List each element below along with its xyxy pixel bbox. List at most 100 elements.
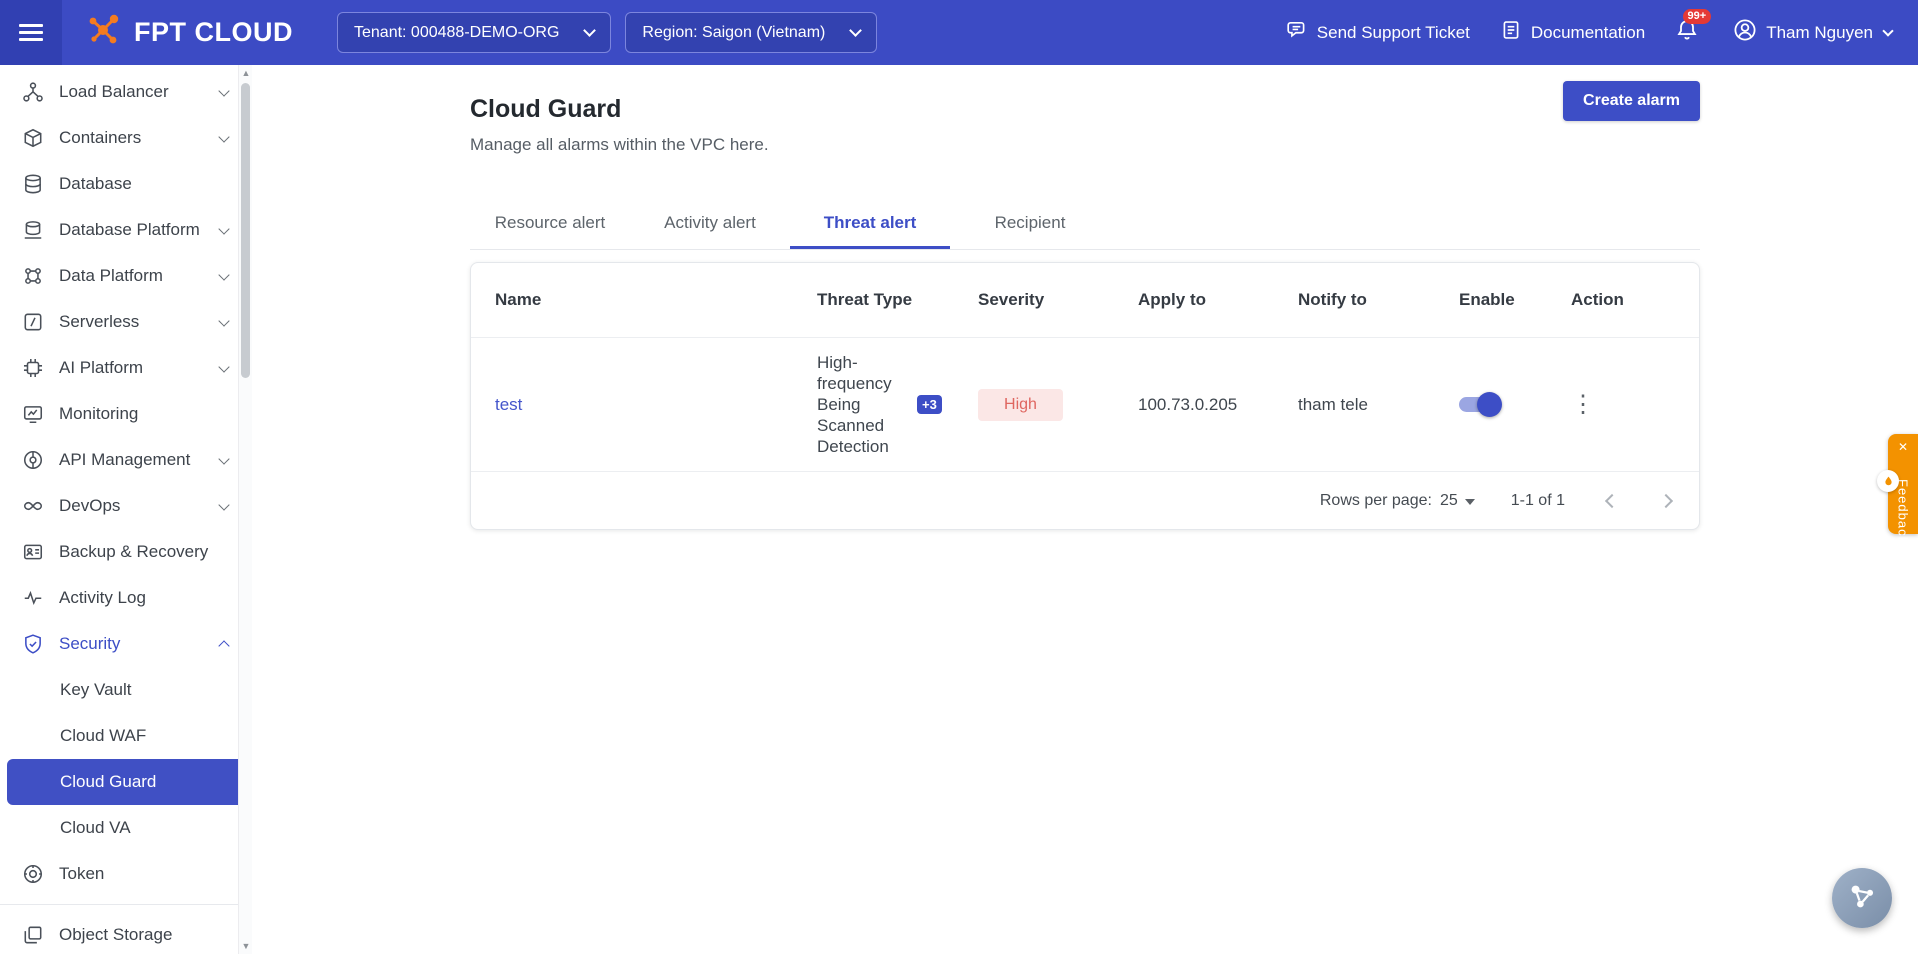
sidebar-subitem-label: Cloud Guard <box>60 772 156 792</box>
tab-threat-alert[interactable]: Threat alert <box>790 199 950 249</box>
sidebar-item-activity-log[interactable]: Activity Log <box>0 575 252 621</box>
user-avatar-icon <box>1733 18 1757 47</box>
sidebar-item-label: Load Balancer <box>59 82 169 102</box>
tenant-select-label: Tenant: 000488-DEMO-ORG <box>354 24 559 42</box>
page-subtitle: Manage all alarms within the VPC here. <box>470 135 1700 155</box>
sidebar-item-object-storage[interactable]: Object Storage <box>0 912 252 958</box>
sidebar-item-label: AI Platform <box>59 358 143 378</box>
sidebar-item-label: Database Platform <box>59 220 200 240</box>
sidebar-item-label: API Management <box>59 450 190 470</box>
sidebar-item-api-management[interactable]: API Management <box>0 437 252 483</box>
sidebar-item-backup-recovery[interactable]: Backup & Recovery <box>0 529 252 575</box>
sidebar-item-label: Monitoring <box>59 404 138 424</box>
scroll-down-arrow-icon[interactable]: ▼ <box>239 938 253 954</box>
api-management-icon <box>22 449 44 471</box>
sidebar-item-label: Serverless <box>59 312 139 332</box>
sidebar-item-label: DevOps <box>59 496 120 516</box>
sidebar-item-ai-platform[interactable]: AI Platform <box>0 345 252 391</box>
ai-platform-icon <box>22 357 44 379</box>
topbar-right: Send Support Ticket Documentation 99+ <box>1286 18 1918 47</box>
user-menu[interactable]: Tham Nguyen <box>1733 18 1892 47</box>
enable-toggle[interactable] <box>1459 397 1499 412</box>
sidebar-item-label: Token <box>59 864 104 884</box>
sidebar-subitem-key-vault[interactable]: Key Vault <box>0 667 252 713</box>
previous-page-button[interactable] <box>1605 493 1619 507</box>
region-select[interactable]: Region: Saigon (Vietnam) <box>625 12 877 53</box>
notification-count-badge: 99+ <box>1683 9 1712 24</box>
sidebar-item-serverless[interactable]: Serverless <box>0 299 252 345</box>
tab-activity-alert[interactable]: Activity alert <box>630 199 790 249</box>
rows-per-page-label: Rows per page: <box>1320 492 1432 510</box>
hamburger-menu-button[interactable] <box>0 0 62 65</box>
sidebar-item-security[interactable]: Security <box>0 621 252 667</box>
sidebar-item-database[interactable]: Database <box>0 161 252 207</box>
sidebar-item-containers[interactable]: Containers <box>0 115 252 161</box>
chevron-up-icon <box>218 640 229 651</box>
tab-resource-alert[interactable]: Resource alert <box>470 199 630 249</box>
alarm-name-link[interactable]: test <box>495 395 522 414</box>
sidebar-item-monitoring[interactable]: Monitoring <box>0 391 252 437</box>
region-select-label: Region: Saigon (Vietnam) <box>642 24 825 42</box>
feedback-tab[interactable]: ✕ Feedback <box>1888 434 1918 534</box>
ai-assistant-button[interactable] <box>1832 868 1892 928</box>
documentation-button[interactable]: Documentation <box>1500 19 1645 46</box>
sidebar-item-label: Activity Log <box>59 588 146 608</box>
sidebar-item-label: Object Storage <box>59 925 172 945</box>
sidebar-subitem-cloud-waf[interactable]: Cloud WAF <box>0 713 252 759</box>
sidebar-scrollbar[interactable]: ▲ ▼ <box>238 65 252 954</box>
chevron-down-icon <box>218 85 229 96</box>
brand-text: FPT CLOUD <box>134 17 293 48</box>
sidebar-divider <box>0 904 252 905</box>
object-storage-icon <box>22 924 44 946</box>
ai-molecule-icon <box>1846 880 1878 917</box>
chevron-down-icon <box>218 499 229 510</box>
caret-down-icon <box>1465 499 1475 505</box>
rows-per-page-select[interactable]: 25 <box>1440 492 1475 510</box>
column-header-severity: Severity <box>978 290 1138 310</box>
next-page-button[interactable] <box>1659 493 1673 507</box>
support-chat-icon <box>1286 19 1308 46</box>
table-footer: Rows per page: 25 1-1 of 1 <box>471 471 1699 529</box>
sidebar-item-token[interactable]: Token <box>0 851 252 897</box>
close-icon[interactable]: ✕ <box>1898 441 1908 453</box>
sidebar-scrollbar-thumb[interactable] <box>241 83 250 378</box>
tab-recipient[interactable]: Recipient <box>950 199 1110 249</box>
activity-log-icon <box>22 587 44 609</box>
sidebar-item-label: Security <box>59 634 120 654</box>
database-icon <box>22 173 44 195</box>
sidebar-item-database-platform[interactable]: Database Platform <box>0 207 252 253</box>
sidebar-item-data-platform[interactable]: Data Platform <box>0 253 252 299</box>
droplet-badge <box>1877 470 1899 492</box>
chevron-down-icon <box>218 361 229 372</box>
page-title: Cloud Guard <box>470 95 1700 124</box>
chevron-down-icon <box>849 24 862 37</box>
sidebar-item-label: Backup & Recovery <box>59 542 208 562</box>
create-alarm-button[interactable]: Create alarm <box>1563 81 1700 121</box>
sidebar-subitem-cloud-guard[interactable]: Cloud Guard <box>7 759 245 805</box>
apply-to-value: 100.73.0.205 <box>1138 395 1298 415</box>
sidebar-subitem-cloud-va[interactable]: Cloud VA <box>0 805 252 851</box>
threat-type-more-badge[interactable]: +3 <box>917 395 942 414</box>
column-header-apply-to: Apply to <box>1138 290 1298 310</box>
sidebar-item-load-balancer[interactable]: Load Balancer <box>0 69 252 115</box>
sidebar-item-devops[interactable]: DevOps <box>0 483 252 529</box>
topbar: FPT CLOUD Tenant: 000488-DEMO-ORG Region… <box>0 0 1918 65</box>
sidebar-item-label: Data Platform <box>59 266 163 286</box>
notify-to-value: tham tele <box>1298 395 1459 415</box>
support-ticket-button[interactable]: Send Support Ticket <box>1286 19 1470 46</box>
chevron-down-icon <box>218 131 229 142</box>
hamburger-icon <box>19 20 43 45</box>
threat-type-text: High-frequency Being Scanned Detection <box>817 352 905 457</box>
data-platform-icon <box>22 265 44 287</box>
devops-icon <box>22 495 44 517</box>
row-actions-menu-button[interactable]: ⋮ <box>1571 393 1595 417</box>
brand-logo[interactable]: FPT CLOUD <box>84 11 293 54</box>
tenant-select[interactable]: Tenant: 000488-DEMO-ORG <box>337 12 611 53</box>
bell-icon <box>1675 27 1699 46</box>
sidebar-subitem-label: Key Vault <box>60 680 132 700</box>
sidebar-item-label: Containers <box>59 128 141 148</box>
notifications-button[interactable]: 99+ <box>1675 18 1699 47</box>
chevron-down-icon <box>584 24 597 37</box>
serverless-icon <box>22 311 44 333</box>
scroll-up-arrow-icon[interactable]: ▲ <box>239 65 253 81</box>
